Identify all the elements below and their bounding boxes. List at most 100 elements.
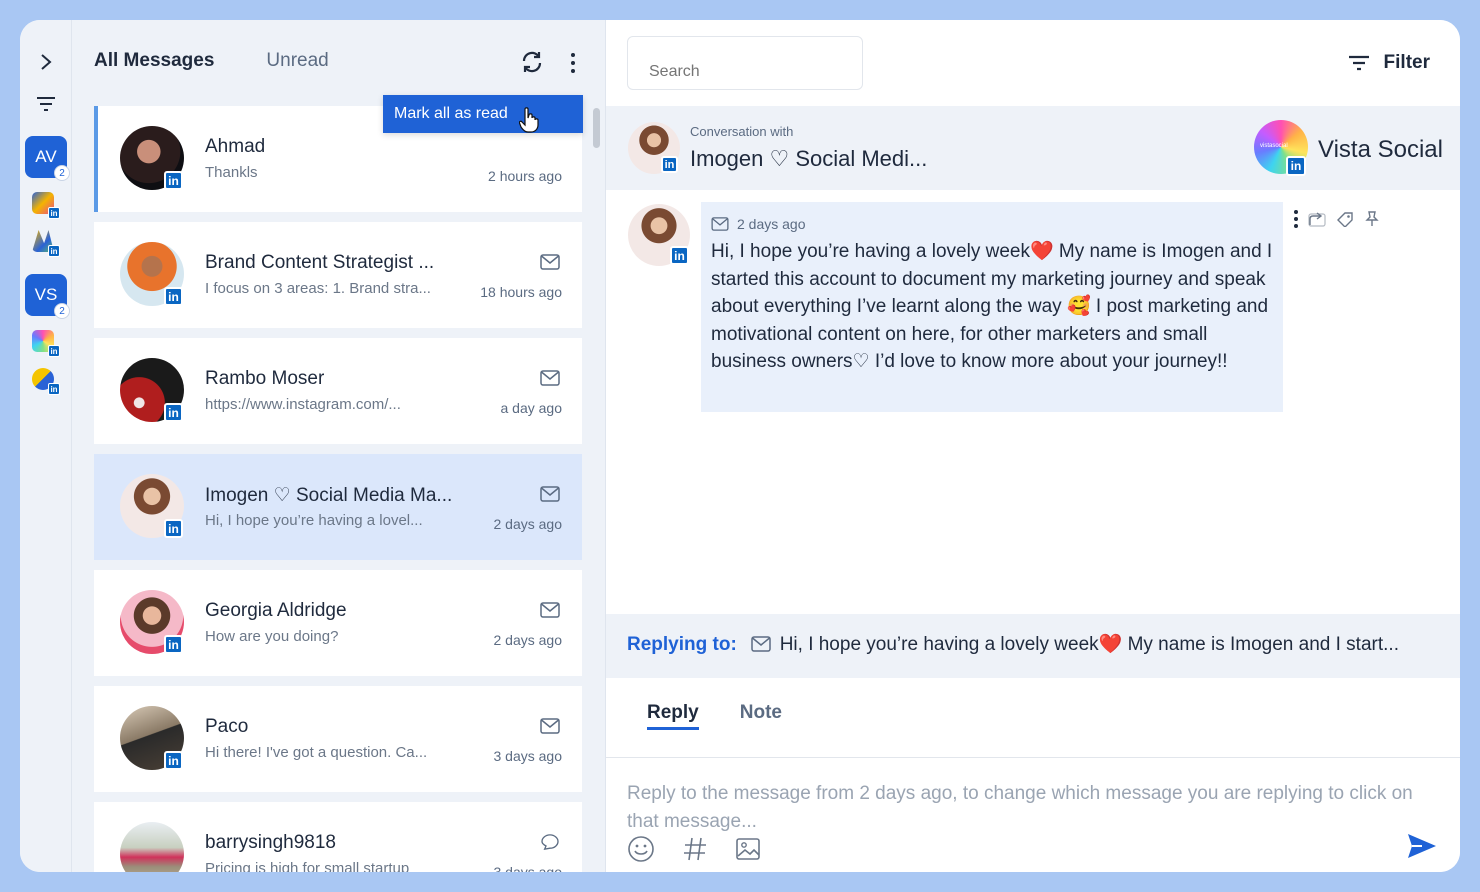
conversation-name: Georgia Aldridge xyxy=(205,600,347,621)
conversation-name: barrysingh9818 xyxy=(205,832,336,853)
profile-logo-2[interactable]: in xyxy=(32,230,60,257)
reply-tabs: Reply Note xyxy=(647,702,782,730)
share-icon[interactable] xyxy=(1308,211,1326,227)
linkedin-icon: in xyxy=(48,245,60,257)
hand-cursor-icon xyxy=(518,107,539,138)
conversation-name: Imogen ♡ Social Media Ma... xyxy=(205,485,453,506)
hashtag-icon[interactable] xyxy=(681,835,709,863)
tab-unread[interactable]: Unread xyxy=(266,50,328,72)
conversation-name: Paco xyxy=(205,716,249,737)
linkedin-icon: in xyxy=(670,246,689,265)
conversation-time: 3 days ago xyxy=(493,864,563,872)
linkedin-icon: in xyxy=(661,156,678,173)
tab-reply[interactable]: Reply xyxy=(647,702,699,730)
divider xyxy=(606,757,1460,758)
message-list-panel: All Messages Unread Mark all as read in … xyxy=(72,20,606,872)
conversation-time: a day ago xyxy=(500,400,563,416)
send-icon[interactable] xyxy=(1406,832,1438,865)
search-input[interactable] xyxy=(627,36,863,90)
linkedin-icon: in xyxy=(48,345,60,357)
replying-to-text: Hi, I hope you’re having a lovely week❤️… xyxy=(779,634,1399,655)
conversation-with-label: Conversation with xyxy=(690,124,794,139)
conversation-time: 3 days ago xyxy=(493,748,563,764)
conversation-item[interactable]: in Georgia Aldridge How are you doing? 2… xyxy=(94,570,582,676)
conversation-time: 2 hours ago xyxy=(488,168,562,184)
tab-note[interactable]: Note xyxy=(740,702,782,730)
account-initials: AV xyxy=(35,147,57,166)
linkedin-icon: in xyxy=(164,635,183,654)
message-meta: 2 days ago xyxy=(711,216,1273,232)
conversation-name: Brand Content Strategist ... xyxy=(205,252,435,273)
linkedin-icon: in xyxy=(164,403,183,422)
tag-icon[interactable] xyxy=(1336,211,1354,227)
reply-input[interactable]: Reply to the message from 2 days ago, to… xyxy=(627,780,1427,835)
conversation-time: 18 hours ago xyxy=(480,284,562,300)
message-bubble[interactable]: 2 days ago Hi, I hope you’re having a lo… xyxy=(701,202,1283,412)
pin-icon[interactable] xyxy=(1364,211,1380,227)
replying-to-label: Replying to: xyxy=(627,634,737,655)
conversation-preview: Thankls xyxy=(205,164,258,181)
linkedin-icon: in xyxy=(1286,156,1306,176)
conversation-item[interactable]: barrysingh9818 Pricing is high for small… xyxy=(94,802,582,872)
conversation-item[interactable]: in Brand Content Strategist ... I focus … xyxy=(94,222,582,328)
conversation-name: Ahmad xyxy=(205,136,266,157)
linkedin-icon: in xyxy=(164,287,183,306)
envelope-icon xyxy=(540,602,560,618)
message-actions xyxy=(1294,210,1380,228)
conversation-item[interactable]: in Imogen ♡ Social Media Ma... Hi, I hop… xyxy=(94,454,582,560)
profile-logo-3[interactable]: in xyxy=(32,330,60,357)
linkedin-icon: in xyxy=(48,207,60,219)
conversation-title: Imogen ♡ Social Medi... xyxy=(690,146,928,171)
filter-label: Filter xyxy=(1383,52,1430,73)
replying-to-bar: Replying to: Hi, I hope you’re having a … xyxy=(606,614,1460,678)
filter-lines-icon[interactable] xyxy=(34,92,58,116)
linkedin-icon: in xyxy=(164,519,183,538)
account-count-badge: 2 xyxy=(54,303,70,319)
brand-logo-text: vistasocial xyxy=(1260,143,1288,149)
linkedin-icon: in xyxy=(48,383,60,395)
linkedin-icon: in xyxy=(164,751,183,770)
envelope-icon xyxy=(540,370,560,386)
refresh-icon[interactable] xyxy=(520,50,544,74)
brand-name: Vista Social xyxy=(1318,136,1443,163)
image-icon[interactable] xyxy=(735,836,761,862)
message-body: Hi, I hope you’re having a lovely week❤️… xyxy=(711,241,1273,372)
conversation-preview: I focus on 3 areas: 1. Brand stra... xyxy=(205,280,431,297)
conversation-header: in Conversation with Imogen ♡ Social Med… xyxy=(606,106,1460,190)
conversation-name: Rambo Moser xyxy=(205,368,325,389)
more-options-icon[interactable] xyxy=(566,50,580,76)
account-vs[interactable]: VS 2 xyxy=(25,274,70,319)
tab-all-messages[interactable]: All Messages xyxy=(94,50,214,72)
profile-logo-4[interactable]: in xyxy=(32,368,60,395)
envelope-icon xyxy=(711,217,729,231)
conversation-preview: How are you doing? xyxy=(205,628,339,645)
conversation-preview: Pricing is high for small startup xyxy=(205,860,410,872)
conversation-preview: https://www.instagram.com/... xyxy=(205,396,401,413)
conversation-preview: Hi, I hope you’re having a lovel... xyxy=(205,512,423,529)
conversation-item[interactable]: in Paco Hi there! I've got a question. C… xyxy=(94,686,582,792)
conversation-time: 2 days ago xyxy=(493,516,563,532)
accounts-rail: AV 2 in in VS 2 in in xyxy=(20,20,72,872)
expand-chevron-icon[interactable] xyxy=(34,50,58,74)
list-tabs: All Messages Unread xyxy=(94,50,329,72)
envelope-icon xyxy=(540,254,560,270)
list-scrollbar[interactable] xyxy=(593,108,600,148)
account-av[interactable]: AV 2 xyxy=(25,136,70,181)
account-initials: VS xyxy=(34,285,58,304)
chat-bubble-icon xyxy=(541,834,559,850)
message-time: 2 days ago xyxy=(737,216,806,232)
mark-all-read-menu-item[interactable]: Mark all as read xyxy=(383,95,583,133)
menu-item-label: Mark all as read xyxy=(394,105,508,122)
filter-button[interactable]: Filter xyxy=(1348,52,1430,74)
emoji-icon[interactable] xyxy=(627,835,655,863)
envelope-icon xyxy=(540,718,560,734)
conversation-item[interactable]: in Rambo Moser https://www.instagram.com… xyxy=(94,338,582,444)
app-window: AV 2 in in VS 2 in in All Messages Unrea… xyxy=(20,20,1460,872)
account-count-badge: 2 xyxy=(54,165,70,181)
conversation-time: 2 days ago xyxy=(493,632,563,648)
profile-logo-1[interactable]: in xyxy=(32,192,60,219)
conversation-preview: Hi there! I've got a question. Ca... xyxy=(205,744,428,761)
message-more-icon[interactable] xyxy=(1294,210,1298,228)
filter-icon xyxy=(1348,55,1369,71)
compose-toolbar xyxy=(627,835,761,863)
